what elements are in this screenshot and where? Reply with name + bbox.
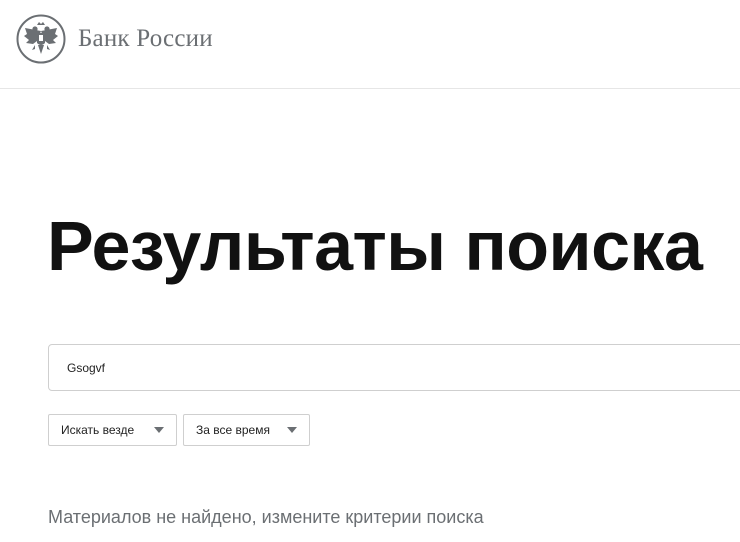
period-select[interactable]: За все время: [183, 414, 310, 446]
search-scope-select[interactable]: Искать везде: [48, 414, 177, 446]
search-scope-label: Искать везде: [61, 423, 135, 437]
chevron-down-icon: [154, 427, 164, 433]
eagle-emblem-icon: [16, 14, 66, 64]
filters-bar: Искать везде За все время: [48, 414, 310, 446]
site-header: Банк России: [0, 0, 740, 89]
search-input[interactable]: [48, 344, 740, 391]
chevron-down-icon: [287, 427, 297, 433]
period-label: За все время: [196, 423, 270, 437]
no-results-message: Материалов не найдено, измените критерии…: [48, 507, 484, 527]
page-title: Результаты поиска: [47, 207, 703, 285]
logo-text: Банк России: [78, 25, 213, 52]
logo-link[interactable]: Банк России: [16, 14, 213, 64]
